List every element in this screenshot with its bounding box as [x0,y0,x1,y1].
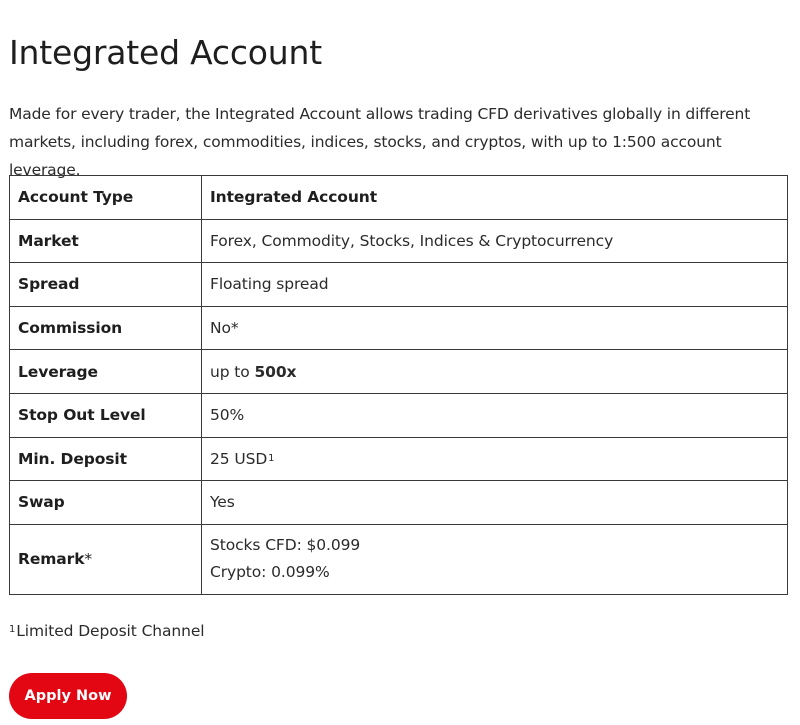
table-row-remark: Remark* Stocks CFD: $0.099 Crypto: 0.099… [9,523,788,595]
row-label: Leverage [9,349,202,394]
footnote-marker: 1 [268,452,275,464]
row-value: Forex, Commodity, Stocks, Indices & Cryp… [201,218,788,264]
remark-line-stocks: Stocks CFD: $0.099 [210,536,361,555]
footnote-text: Limited Deposit Channel [16,622,205,640]
account-spec-table: Account Type Integrated Account Market F… [9,175,788,595]
table-row-market: Market Forex, Commodity, Stocks, Indices… [9,218,788,264]
remark-line-crypto: Crypto: 0.099% [210,563,330,582]
min-deposit-value: 25 USD [210,449,268,468]
table-row-commission: Commission No* [9,305,788,351]
row-label: Min. Deposit [9,436,202,482]
leverage-prefix: up to [210,362,255,381]
remark-asterisk: * [84,550,93,569]
table-row-swap: Swap Yes [9,480,788,525]
leverage-value: 500x [254,362,297,381]
row-label: Commission [9,305,202,351]
row-value: Yes [201,480,788,525]
table-row-leverage: Leverage up to 500x [9,349,788,394]
header-label-cell: Account Type [9,175,202,220]
header-value-cell: Integrated Account [201,175,788,220]
page-title: Integrated Account [9,33,322,72]
table-row-spread: Spread Floating spread [9,262,788,307]
table-row-min-deposit: Min. Deposit 25 USD1 [9,436,788,482]
row-label: Spread [9,262,202,307]
table-header-row: Account Type Integrated Account [9,175,788,220]
row-value: 25 USD1 [201,436,788,482]
remark-label: Remark [18,550,85,569]
row-value: Floating spread [201,262,788,307]
row-value: No* [201,305,788,351]
row-value: up to 500x [201,349,788,394]
footnote-mark: 1 [9,624,16,635]
table-row-stop-out: Stop Out Level 50% [9,392,788,438]
footnote: 1Limited Deposit Channel [9,622,205,640]
row-value: Stocks CFD: $0.099 Crypto: 0.099% [201,523,788,595]
row-label: Swap [9,480,202,525]
row-label: Stop Out Level [9,392,202,438]
row-label: Market [9,218,202,264]
row-value: 50% [201,392,788,438]
row-label: Remark* [9,523,202,595]
intro-paragraph: Made for every trader, the Integrated Ac… [9,105,751,179]
apply-now-button[interactable]: Apply Now [9,673,127,719]
